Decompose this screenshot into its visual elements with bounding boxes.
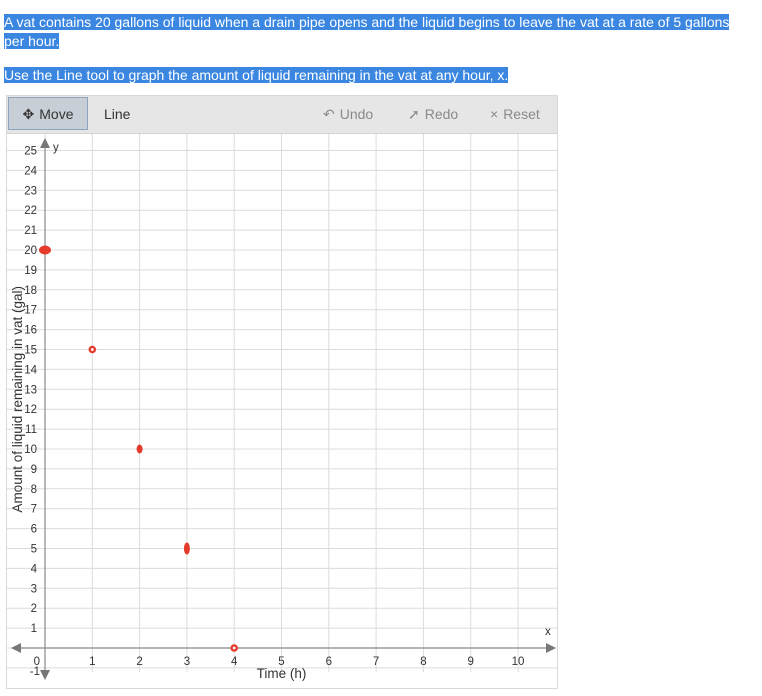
y-tick-label: 5 <box>31 544 37 556</box>
x-tick-label: 10 <box>512 656 525 668</box>
grid-lines <box>7 134 557 672</box>
data-point[interactable] <box>39 245 51 255</box>
x-tick-label: 1 <box>89 656 95 668</box>
y-tick-label: 23 <box>24 185 37 197</box>
y-tick-label: 1 <box>31 623 37 635</box>
y-tick-label: 15 <box>24 345 37 357</box>
x-tick-label: 7 <box>373 656 379 668</box>
y-tick-label: 6 <box>31 524 37 536</box>
y-tick-label: 4 <box>31 563 38 575</box>
y-axis-title: Amount of liquid remaining in vat (gal) <box>10 286 25 513</box>
x-axis-right-arrow <box>546 643 556 653</box>
y-tick-label: 10 <box>24 444 37 456</box>
graph-canvas[interactable]: xy1 2 3 4 5 6 7 8 9 10123456789101112131415161718… <box>7 96 557 688</box>
y-tick-label: 16 <box>24 325 37 337</box>
x-tick-label: 2 <box>136 656 142 668</box>
y-tick-label: 19 <box>24 265 37 277</box>
y-tick-label: 9 <box>31 464 37 476</box>
neg-one-label: -1 <box>30 666 40 678</box>
y-tick-label: 21 <box>24 225 37 237</box>
x-axis-name: x <box>545 626 551 638</box>
x-tick-label: 6 <box>326 656 332 668</box>
x-axis-left-arrow <box>11 643 21 653</box>
y-tick-label: 17 <box>24 305 37 317</box>
y-tick-label: 18 <box>24 285 37 297</box>
y-tick-label: 8 <box>31 484 37 496</box>
y-tick-label: 14 <box>24 364 37 376</box>
x-tick-label: 9 <box>467 656 473 668</box>
graphing-widget: ✥ Move Line ↶ Undo ➚ Redo × Reset xy12345678… <box>6 95 558 689</box>
y-tick-label: 11 <box>25 424 37 436</box>
instruction-text: Use the Line tool to graph the amount of… <box>4 67 509 83</box>
y-axis-up-arrow <box>40 138 50 148</box>
data-point[interactable] <box>230 644 238 652</box>
y-axis-name: y <box>53 142 59 154</box>
y-tick-label: 12 <box>24 404 37 416</box>
y-tick-label: 25 <box>24 146 37 158</box>
question-text: A vat contains 20 gallons of liquid when… <box>4 14 730 49</box>
y-tick-label: 3 <box>31 583 37 595</box>
y-tick-label: 7 <box>31 504 37 516</box>
y-tick-label: 22 <box>24 205 37 217</box>
data-point[interactable] <box>183 542 190 555</box>
data-point[interactable] <box>136 444 143 454</box>
y-tick-label: 20 <box>24 245 37 257</box>
y-axis-down-arrow <box>40 670 50 680</box>
x-tick-label: 4 <box>231 656 238 668</box>
x-axis-title: Time (h) <box>257 666 307 681</box>
x-tick-label: 3 <box>184 656 190 668</box>
x-tick-label: 8 <box>420 656 426 668</box>
y-tick-label: 2 <box>31 603 37 615</box>
y-tick-label: 24 <box>24 165 37 177</box>
y-tick-label: 13 <box>24 384 37 396</box>
data-point[interactable] <box>88 345 97 354</box>
